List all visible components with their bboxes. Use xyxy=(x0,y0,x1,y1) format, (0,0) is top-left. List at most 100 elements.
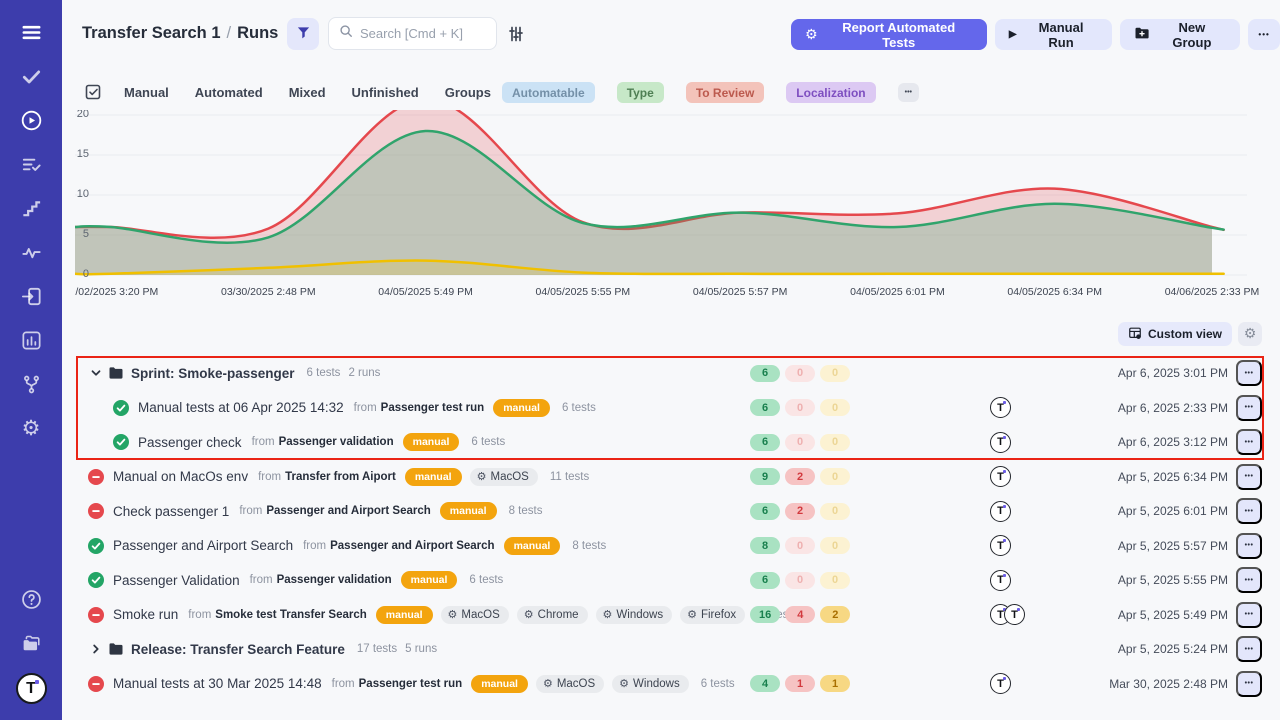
sidebar-item-branch[interactable] xyxy=(11,364,51,404)
sidebar-item-list-check[interactable] xyxy=(11,144,51,184)
sidebar-item-sign-in[interactable] xyxy=(11,276,51,316)
run-source-link[interactable]: Passenger test run xyxy=(381,402,485,414)
sidebar-item-activity[interactable] xyxy=(11,232,51,272)
avatar-accent-dot xyxy=(1003,677,1006,680)
result-counts: 620 xyxy=(750,503,850,520)
chip-type[interactable]: Type xyxy=(617,82,664,103)
from-label: from xyxy=(250,574,273,586)
run-title[interactable]: Manual on MacOs env xyxy=(113,469,248,484)
run-title[interactable]: Passenger check xyxy=(138,435,242,450)
tab-groups[interactable]: Groups xyxy=(445,85,491,100)
run-source-link[interactable]: Passenger validation xyxy=(279,436,394,448)
chevron-down-icon[interactable] xyxy=(90,367,102,379)
row-more-button[interactable]: ••• xyxy=(1236,360,1262,386)
report-automated-tests-button[interactable]: ⚙ Report Automated Tests xyxy=(791,19,987,50)
row-more-button[interactable]: ••• xyxy=(1236,636,1262,662)
run-row[interactable]: Manual tests at 30 Mar 2025 14:48fromPas… xyxy=(75,667,1262,702)
new-group-button[interactable]: New Group xyxy=(1120,19,1241,50)
run-source-link[interactable]: Passenger and Airport Search xyxy=(266,505,430,517)
tests-count: 8 tests xyxy=(572,540,606,552)
select-runs-icon[interactable] xyxy=(84,83,102,101)
manual-run-button[interactable]: ▶ Manual Run xyxy=(995,19,1112,50)
avatar[interactable]: T xyxy=(990,673,1011,694)
avatar[interactable]: T xyxy=(990,535,1011,556)
view-settings-gear-icon[interactable]: ⚙ xyxy=(1238,322,1262,346)
run-tabs: Manual Automated Mixed Unfinished Groups xyxy=(124,85,491,100)
chips-more-button[interactable]: ••• xyxy=(898,83,919,102)
sidebar-item-play-circle[interactable] xyxy=(11,100,51,140)
sidebar-item-library[interactable] xyxy=(11,623,51,663)
fail-count-badge: 0 xyxy=(785,537,815,554)
from-label: from xyxy=(303,540,326,552)
adjustments-icon[interactable] xyxy=(506,24,526,44)
run-title[interactable]: Passenger Validation xyxy=(113,573,240,588)
group-row[interactable]: Release: Transfer Search Feature17 tests… xyxy=(75,632,1262,667)
row-more-button[interactable]: ••• xyxy=(1236,533,1262,559)
run-source-link[interactable]: Passenger test run xyxy=(359,678,463,690)
sidebar-item-gear[interactable]: ⚙ xyxy=(11,408,51,448)
row-main: Release: Transfer Search Feature17 tests… xyxy=(90,641,437,657)
sidebar-item-menu[interactable] xyxy=(11,12,51,52)
run-title[interactable]: Passenger and Airport Search xyxy=(113,538,293,553)
run-row[interactable]: Manual tests at 06 Apr 2025 14:32fromPas… xyxy=(75,391,1262,426)
row-more-button[interactable]: ••• xyxy=(1236,498,1262,524)
run-row[interactable]: Check passenger 1fromPassenger and Airpo… xyxy=(75,494,1262,529)
group-runs-count: 2 runs xyxy=(348,367,380,379)
group-title[interactable]: Release: Transfer Search Feature xyxy=(131,642,345,657)
sidebar-item-check[interactable] xyxy=(11,56,51,96)
sidebar-item-help[interactable] xyxy=(11,579,51,619)
row-more-button[interactable]: ••• xyxy=(1236,429,1262,455)
header-more-button[interactable]: ••• xyxy=(1248,19,1280,50)
run-source-link[interactable]: Passenger and Airport Search xyxy=(330,540,494,552)
run-row[interactable]: Smoke runfromSmoke test Transfer Searchm… xyxy=(75,598,1262,633)
filter-button[interactable] xyxy=(287,18,319,50)
run-title[interactable]: Check passenger 1 xyxy=(113,504,229,519)
breadcrumb-project[interactable]: Transfer Search 1 xyxy=(82,24,221,42)
avatar[interactable]: T xyxy=(990,466,1011,487)
avatar[interactable]: T xyxy=(990,397,1011,418)
chip-to-review[interactable]: To Review xyxy=(686,82,764,103)
tab-mixed[interactable]: Mixed xyxy=(289,85,326,100)
skip-count-badge: 0 xyxy=(820,503,850,520)
avatar[interactable]: T xyxy=(990,432,1011,453)
row-more-button[interactable]: ••• xyxy=(1236,602,1262,628)
sidebar-item-steps[interactable] xyxy=(11,188,51,228)
chip-localization[interactable]: Localization xyxy=(786,82,875,103)
tab-manual[interactable]: Manual xyxy=(124,85,169,100)
chevron-right-icon[interactable] xyxy=(90,643,102,655)
fail-count-badge: 0 xyxy=(785,399,815,416)
run-title[interactable]: Manual tests at 06 Apr 2025 14:32 xyxy=(138,400,344,415)
env-tag-windows: ⚙Windows xyxy=(596,606,673,624)
search-input[interactable] xyxy=(360,26,486,41)
group-row[interactable]: Sprint: Smoke-passenger6 tests2 runs600A… xyxy=(75,356,1262,391)
run-row[interactable]: Manual on MacOs envfromTransfer from Aip… xyxy=(75,460,1262,495)
group-title[interactable]: Sprint: Smoke-passenger xyxy=(131,366,295,381)
run-source-link[interactable]: Transfer from Aiport xyxy=(285,471,396,483)
chip-automatable[interactable]: Automatable xyxy=(502,82,595,103)
run-title[interactable]: Manual tests at 30 Mar 2025 14:48 xyxy=(113,676,322,691)
run-title[interactable]: Smoke run xyxy=(113,607,178,622)
row-more-button[interactable]: ••• xyxy=(1236,464,1262,490)
tab-automated[interactable]: Automated xyxy=(195,85,263,100)
tab-unfinished[interactable]: Unfinished xyxy=(352,85,419,100)
run-source-link[interactable]: Passenger validation xyxy=(277,574,392,586)
row-more-button[interactable]: ••• xyxy=(1236,567,1262,593)
run-row[interactable]: Passenger Validation from Passenger valida… xyxy=(75,563,1262,598)
pass-count-badge: 8 xyxy=(750,537,780,554)
custom-view-button[interactable]: Custom view xyxy=(1118,322,1232,346)
avatar[interactable]: T xyxy=(990,570,1011,591)
row-main: Manual tests at 06 Apr 2025 14:32fromPas… xyxy=(113,399,596,417)
x-axis-label: 04/05/2025 6:01 PM xyxy=(850,286,945,298)
run-source-link[interactable]: Smoke test Transfer Search xyxy=(215,609,367,621)
user-avatar[interactable]: T xyxy=(16,673,47,704)
manual-tag: manual xyxy=(471,675,528,693)
avatar[interactable]: T xyxy=(990,501,1011,522)
row-main: Passenger Validation from Passenger valida… xyxy=(88,571,503,589)
row-more-button[interactable]: ••• xyxy=(1236,671,1262,697)
run-row[interactable]: Passenger and Airport Search from Passenge… xyxy=(75,529,1262,564)
run-row[interactable]: Passenger checkfromPassenger validationm… xyxy=(75,425,1262,460)
breadcrumb: Transfer Search 1/Runs xyxy=(82,24,278,43)
avatar[interactable]: T xyxy=(1004,604,1025,625)
sidebar-item-bar-chart[interactable] xyxy=(11,320,51,360)
row-more-button[interactable]: ••• xyxy=(1236,395,1262,421)
